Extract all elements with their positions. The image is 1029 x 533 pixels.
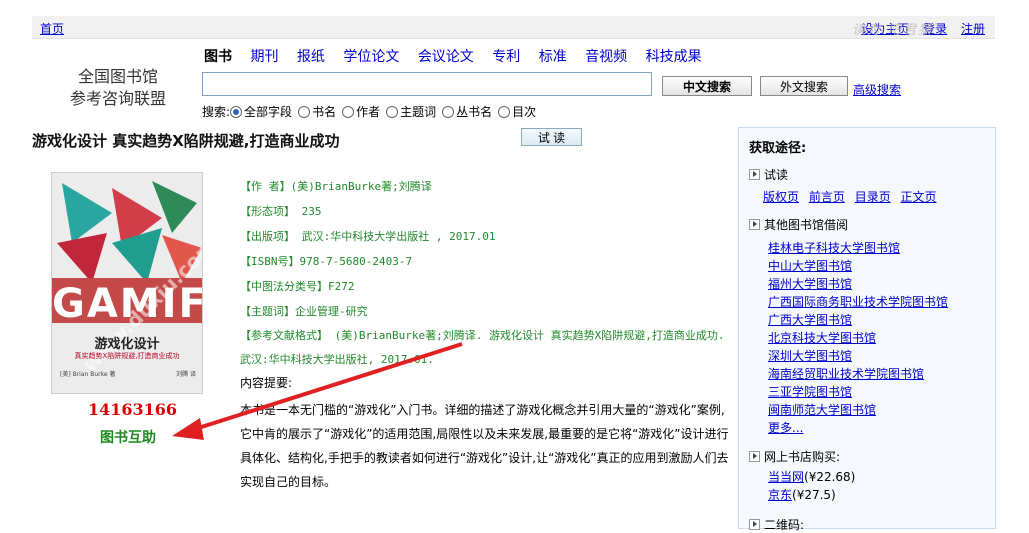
tab-books[interactable]: 图书 (204, 49, 232, 65)
trial-links: 版权页 前言页 目录页 正文页 (763, 188, 943, 205)
store-link-dangdang[interactable]: 当当网 (768, 470, 804, 484)
tab-standards[interactable]: 标准 (539, 49, 567, 65)
library-link[interactable]: 三亚学院图书馆 (768, 383, 948, 401)
toc-page-link[interactable]: 目录页 (855, 190, 891, 204)
store-price: (¥27.5) (792, 488, 836, 502)
top-bar: 首页 设为主页 登录 注册 (32, 16, 995, 39)
radio-icon[interactable] (342, 105, 355, 118)
category-nav: 图书 期刊 报纸 学位论文 会议论文 专利 标准 音视频 科技成果 (204, 46, 716, 66)
library-link[interactable]: 海南经贸职业技术学院图书馆 (768, 365, 948, 383)
tab-audio-video[interactable]: 音视频 (585, 49, 627, 65)
meta-isbn: 【ISBN号】978-7-5680-2403-7 (240, 255, 413, 268)
library-list: 桂林电子科技大学图书馆 中山大学图书馆 福州大学图书馆 广西国际商务职业技术学院… (768, 239, 948, 437)
tab-tech-achievements[interactable]: 科技成果 (646, 49, 702, 65)
book-number: 14163166 (88, 400, 178, 419)
tab-conference-papers[interactable]: 会议论文 (418, 49, 474, 65)
radio-icon[interactable] (298, 105, 311, 118)
meta-subject: 【主题词】企业管理-研究 (240, 305, 368, 318)
register-link[interactable]: 注册 (961, 22, 985, 36)
foreign-search-button[interactable]: 外文搜索 (760, 76, 848, 96)
field-title[interactable]: 书名 (298, 103, 336, 120)
intro-label: 内容提要: (240, 376, 293, 390)
preface-page-link[interactable]: 前言页 (809, 190, 845, 204)
advanced-search-link[interactable]: 高级搜索 (853, 81, 901, 98)
site-logo[interactable]: 全国图书馆 参考咨询联盟 (58, 66, 178, 110)
search-fields-label: 搜索: (202, 105, 231, 119)
triangle-right-icon (749, 519, 760, 530)
store-item: 当当网(¥22.68) (768, 468, 855, 486)
cover-authors: [美] Brian Burke 著 刘腾 译 (60, 371, 196, 378)
trial-read-button[interactable]: 试 读 (521, 128, 582, 146)
library-link[interactable]: 闽南师范大学图书馆 (768, 401, 948, 419)
search-field-options: 搜索: 全部字段 书名 作者 主题词 丛书名 目次 (202, 103, 542, 120)
intro-text: 本书是一本无门槛的“游戏化”入门书。详细的描述了游戏化概念并引用大量的“游戏化”… (240, 403, 729, 489)
meta-author: 【作 者】(美)BrianBurke著;刘腾译 (240, 180, 432, 193)
radio-icon[interactable] (386, 105, 399, 118)
radio-icon[interactable] (498, 105, 511, 118)
radio-icon[interactable] (230, 105, 243, 118)
section-other-libraries: 其他图书馆借阅 (749, 216, 848, 233)
book-cover[interactable]: GAMIFY www.duxiu.com 游戏化设计 真实趋势X陷阱规避,打造商… (51, 172, 203, 394)
library-link[interactable]: 广西国际商务职业技术学院图书馆 (768, 293, 948, 311)
book-metadata: 【作 者】(美)BrianBurke著;刘腾译 【形态项】 235 【出版项】 … (240, 174, 734, 372)
cover-subtitle: 真实趋势X陷阱规避,打造商业成功 (74, 352, 180, 360)
field-all[interactable]: 全部字段 (230, 103, 292, 120)
library-link[interactable]: 福州大学图书馆 (768, 275, 948, 293)
field-series[interactable]: 丛书名 (442, 103, 492, 120)
more-libraries-link[interactable]: 更多... (768, 419, 948, 437)
triangle-right-icon (749, 451, 760, 462)
search-input[interactable] (202, 72, 652, 96)
store-price: (¥22.68) (804, 470, 856, 484)
meta-publisher: 【出版项】 武汉:华中科技大学出版社 , 2017.01 (240, 230, 496, 243)
tab-patents[interactable]: 专利 (492, 49, 520, 65)
store-list: 当当网(¥22.68) 京东(¥27.5) (768, 468, 855, 504)
field-contents[interactable]: 目次 (498, 103, 536, 120)
field-subject[interactable]: 主题词 (386, 103, 436, 120)
radio-icon[interactable] (442, 105, 455, 118)
cover-title: 游戏化设计 (94, 337, 160, 352)
watermark: 读秀·吧君猿 (852, 23, 934, 38)
store-link-jd[interactable]: 京东 (768, 488, 792, 502)
section-trial: 试读 (749, 166, 788, 183)
library-link[interactable]: 中山大学图书馆 (768, 257, 948, 275)
field-author[interactable]: 作者 (342, 103, 380, 120)
section-buy: 网上书店购买: (749, 448, 840, 465)
triangle-right-icon (749, 169, 760, 180)
tab-journals[interactable]: 期刊 (250, 49, 278, 65)
library-link[interactable]: 北京科技大学图书馆 (768, 329, 948, 347)
home-link[interactable]: 首页 (40, 20, 64, 37)
sidebar-heading: 获取途径: (749, 141, 807, 156)
triangle-right-icon (749, 219, 760, 230)
mutual-help-link[interactable]: 图书互助 (100, 427, 156, 447)
section-qrcode: 二维码: (749, 516, 804, 533)
tab-newspapers[interactable]: 报纸 (297, 49, 325, 65)
logo-line-1: 全国图书馆 (77, 67, 158, 86)
book-title: 游戏化设计 真实趋势X陷阱规避,打造商业成功 (32, 132, 340, 150)
access-sidebar: 获取途径: 试读 版权页 前言页 目录页 正文页 其他图书馆借阅 桂林电子科技大… (738, 127, 996, 532)
library-link[interactable]: 桂林电子科技大学图书馆 (768, 239, 948, 257)
meta-pages: 【形态项】 235 (240, 205, 322, 218)
meta-classification: 【中图法分类号】F272 (240, 280, 355, 293)
body-page-link[interactable]: 正文页 (901, 190, 937, 204)
library-link[interactable]: 深圳大学图书馆 (768, 347, 948, 365)
library-link[interactable]: 广西大学图书馆 (768, 311, 948, 329)
logo-line-2: 参考咨询联盟 (69, 89, 166, 108)
tab-theses[interactable]: 学位论文 (343, 49, 399, 65)
store-item: 京东(¥27.5) (768, 486, 855, 504)
copyright-page-link[interactable]: 版权页 (763, 190, 799, 204)
chinese-search-button[interactable]: 中文搜索 (662, 76, 752, 96)
meta-reference: 【参考文献格式】 (美)BrianBurke著;刘腾译. 游戏化设计 真实趋势X… (240, 329, 725, 366)
